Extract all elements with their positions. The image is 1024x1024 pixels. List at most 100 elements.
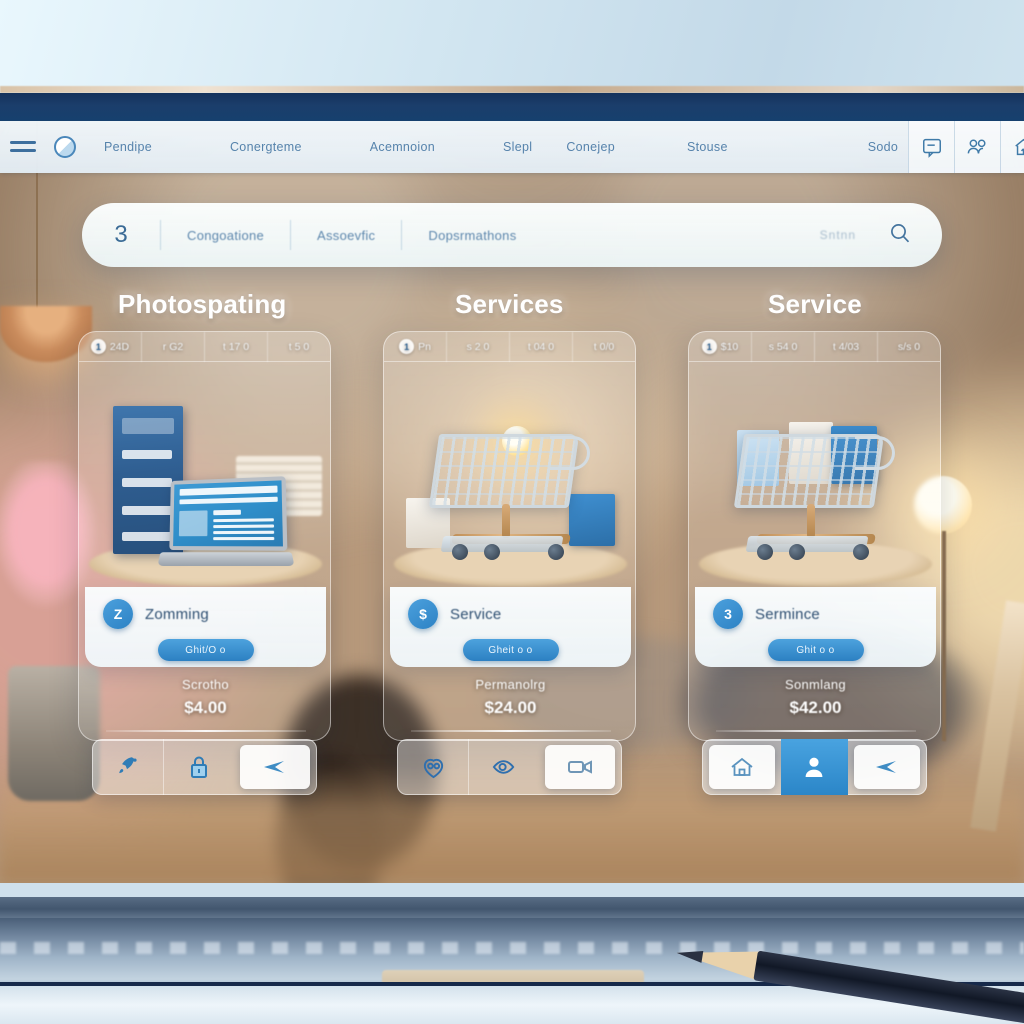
laptop-lid-edge bbox=[0, 86, 1024, 93]
card-info-row: Z Zomming bbox=[85, 599, 326, 629]
card-stats-strip: 1 $10 s 54 0 t 4/03 s/s 0 bbox=[689, 331, 940, 362]
card-price-block: Permanolrg $24.00 bbox=[384, 677, 637, 732]
card-toolbar bbox=[702, 739, 927, 795]
stat-value: t 0/0 bbox=[593, 340, 615, 353]
search-input-area: Sntnn bbox=[543, 221, 942, 250]
avatar: 3 bbox=[713, 599, 743, 629]
nav-link-3[interactable]: Acemnoion bbox=[360, 140, 445, 154]
stat-value: s 54 0 bbox=[768, 340, 798, 353]
heading-1: Photospating bbox=[118, 289, 287, 319]
search-magnifier-icon[interactable] bbox=[888, 221, 912, 250]
book-and-laptop-product-image bbox=[79, 362, 332, 594]
stat-value: t 17 0 bbox=[222, 340, 250, 353]
stat-value: s/s 0 bbox=[897, 340, 921, 353]
stat-badge: 1 bbox=[701, 339, 717, 354]
card-toolbar bbox=[92, 739, 317, 795]
search-result-count: 3 bbox=[114, 221, 128, 248]
stat-value: 24D bbox=[109, 340, 130, 353]
stat-value: r G2 bbox=[162, 340, 184, 353]
video-icon[interactable] bbox=[545, 745, 615, 789]
card-info-panel: $ Service Gheit o o bbox=[390, 587, 631, 667]
card-stats-strip: 1 24D r G2 t 17 0 t 5 0 bbox=[79, 331, 330, 362]
search-filter-bar[interactable]: 3 Congoatione Assoevfic Dopsrmathons Snt… bbox=[82, 203, 942, 267]
stat-value: Pn bbox=[418, 340, 431, 353]
send-icon[interactable] bbox=[853, 745, 920, 789]
heart-chat-icon[interactable] bbox=[398, 739, 468, 795]
app-navbar: Pendipe Conergteme Acemnoion Slepl Conej… bbox=[0, 121, 1024, 173]
card-stat: t 0/0 bbox=[572, 331, 635, 362]
product-card[interactable]: 1 Pn s 2 0 t 04 0 t 0/0 $ Service Gheit … bbox=[383, 331, 636, 741]
card-stat: r G2 bbox=[141, 331, 204, 362]
nav-link-5[interactable]: Conejep bbox=[556, 140, 625, 154]
hamburger-menu-icon[interactable] bbox=[10, 139, 36, 155]
card-stat: 1 Pn bbox=[384, 332, 446, 362]
card-action-button[interactable]: Ghit o o bbox=[767, 639, 864, 661]
price-label: Sonmlang bbox=[785, 677, 846, 692]
shopping-cart-icon bbox=[426, 420, 596, 560]
price-value: $24.00 bbox=[484, 698, 537, 717]
house-icon[interactable] bbox=[709, 745, 776, 789]
heading-3: Service bbox=[768, 289, 862, 319]
card-toolbar bbox=[397, 739, 622, 795]
card-action-button[interactable]: Gheit o o bbox=[462, 639, 559, 661]
shopping-cart-icon bbox=[731, 420, 901, 560]
card-price-block: Scrotho $4.00 bbox=[79, 677, 332, 732]
laptop-mockup bbox=[157, 476, 295, 570]
card-title: Zomming bbox=[145, 605, 209, 623]
users-icon[interactable] bbox=[954, 121, 1001, 173]
card-info-row: 3 Sermince bbox=[695, 599, 936, 629]
navbar-icon-group bbox=[908, 121, 1024, 173]
price-value: $4.00 bbox=[184, 698, 227, 717]
card-info-panel: Z Zomming Ghit/O o bbox=[85, 587, 326, 667]
nav-link-4[interactable]: Slepl bbox=[493, 140, 542, 154]
search-input[interactable]: Sntnn bbox=[820, 228, 856, 242]
section-headings: Photospating Services Service bbox=[0, 289, 1024, 329]
nav-link-6[interactable]: Stouse bbox=[677, 140, 738, 154]
eye-view-icon[interactable] bbox=[468, 739, 539, 795]
stat-value: t 5 0 bbox=[288, 340, 310, 353]
search-segment-1[interactable]: Congoatione bbox=[160, 220, 290, 250]
message-icon[interactable] bbox=[908, 121, 955, 173]
price-value: $42.00 bbox=[789, 698, 842, 717]
divider bbox=[105, 730, 306, 732]
product-card[interactable]: 1 24D r G2 t 17 0 t 5 0 Z Zomming Ghit/O… bbox=[78, 331, 331, 741]
product-card[interactable]: 1 $10 s 54 0 t 4/03 s/s 0 3 Sermince Ghi… bbox=[688, 331, 941, 741]
card-action-button[interactable]: Ghit/O o bbox=[157, 639, 254, 661]
stat-value: t 04 0 bbox=[527, 340, 555, 353]
home-icon[interactable] bbox=[1000, 121, 1024, 173]
lock-icon[interactable] bbox=[163, 739, 234, 795]
shopping-cart-with-money-product-image bbox=[384, 362, 637, 594]
card-title: Sermince bbox=[755, 605, 820, 623]
card-stat: 1 $10 bbox=[689, 332, 751, 362]
heading-2: Services bbox=[455, 289, 564, 319]
search-segment-2[interactable]: Assoevfic bbox=[290, 220, 401, 250]
price-label: Permanolrg bbox=[475, 677, 546, 692]
brand-logo-icon[interactable] bbox=[54, 136, 76, 158]
card-stat: t 04 0 bbox=[509, 331, 572, 362]
rocket-icon[interactable] bbox=[93, 739, 163, 795]
stat-badge: 1 bbox=[399, 339, 415, 354]
nav-link-2[interactable]: Conergteme bbox=[220, 140, 312, 154]
avatar: Z bbox=[103, 599, 133, 629]
send-icon[interactable] bbox=[240, 745, 310, 789]
card-price-block: Sonmlang $42.00 bbox=[689, 677, 942, 732]
laptop-top-bezel bbox=[0, 93, 1024, 121]
stat-value: s 2 0 bbox=[466, 340, 490, 353]
stat-badge: 1 bbox=[90, 339, 106, 354]
search-segment-3[interactable]: Dopsrmathons bbox=[401, 220, 542, 250]
card-stat: s 2 0 bbox=[446, 331, 509, 362]
user-profile-icon[interactable] bbox=[781, 739, 848, 795]
card-title: Service bbox=[450, 605, 502, 623]
divider bbox=[410, 730, 611, 732]
card-stat: s 54 0 bbox=[751, 331, 814, 362]
card-stat: t 5 0 bbox=[267, 331, 330, 362]
nav-link-7[interactable]: Sodo bbox=[858, 140, 908, 154]
card-stat: s/s 0 bbox=[877, 331, 940, 362]
card-stat: 1 24D bbox=[79, 332, 141, 362]
price-label: Scrotho bbox=[182, 677, 229, 692]
stat-value: t 4/03 bbox=[832, 340, 860, 353]
navbar-left-group bbox=[0, 136, 76, 158]
stat-value: $10 bbox=[720, 340, 739, 353]
card-info-panel: 3 Sermince Ghit o o bbox=[695, 587, 936, 667]
nav-link-1[interactable]: Pendipe bbox=[94, 140, 162, 154]
